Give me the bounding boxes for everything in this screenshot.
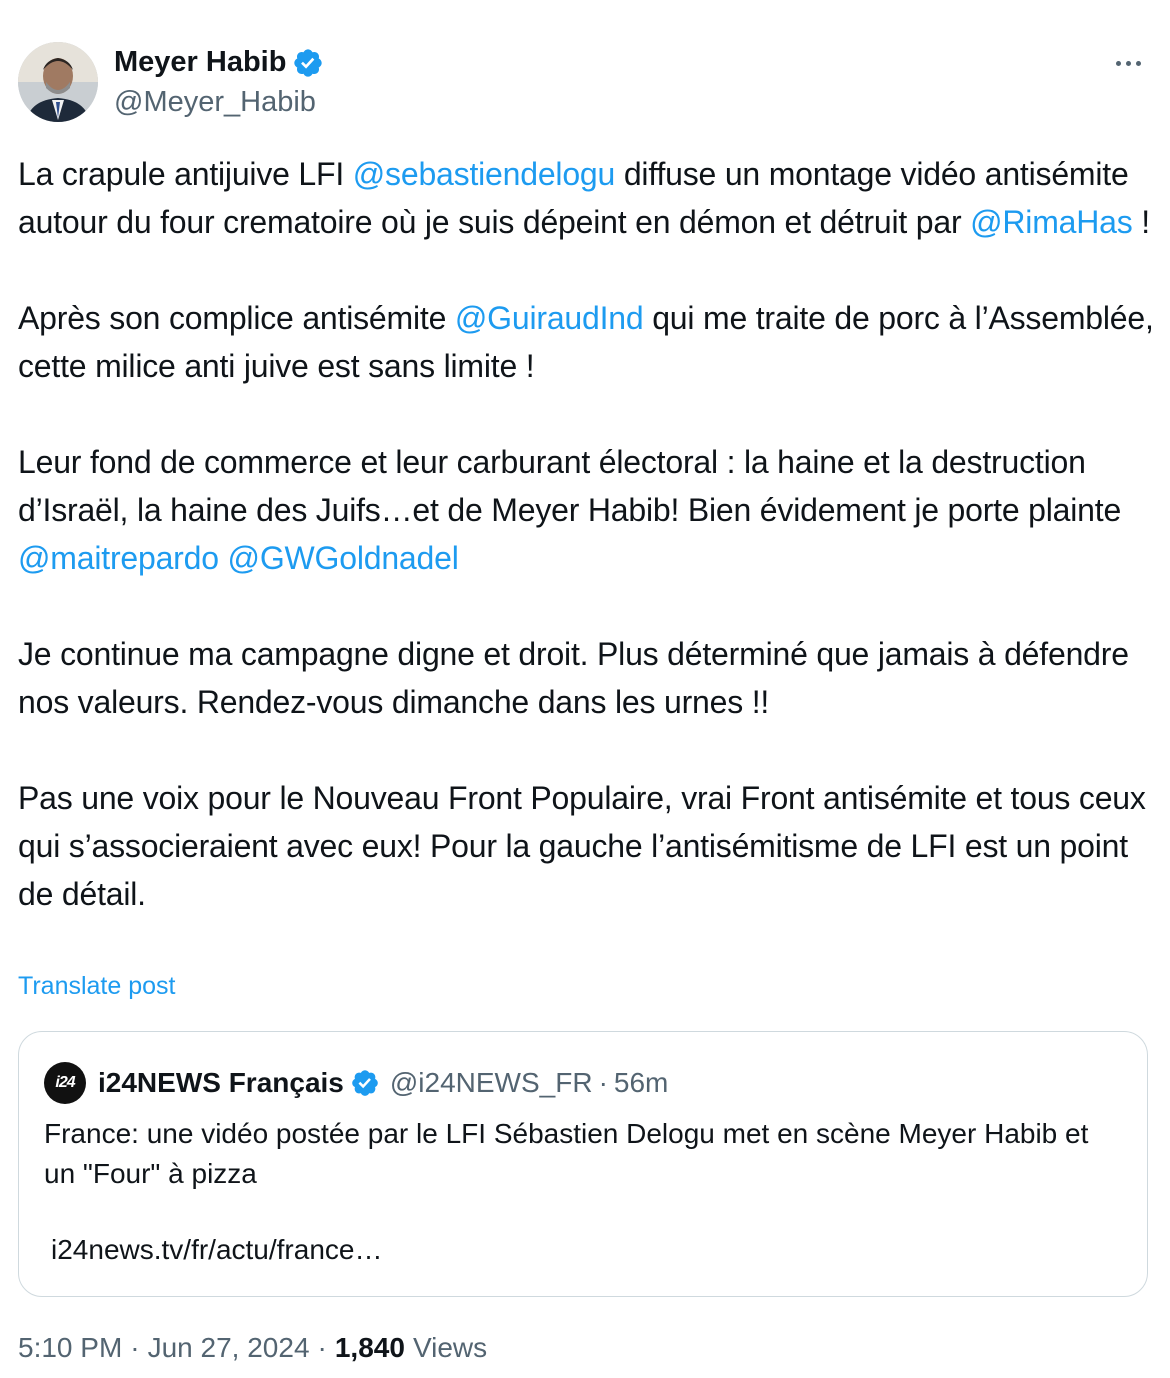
post-time[interactable]: 5:10 PM: [18, 1332, 122, 1364]
post-header: Meyer Habib @Meyer_Habib: [18, 40, 1152, 124]
post-text-segment: Pas une voix pour le Nouveau Front Popul…: [18, 780, 1146, 912]
post-text: La crapule antijuive LFI @sebastiendelog…: [18, 150, 1158, 918]
post-text-segment: !: [1132, 204, 1150, 240]
mention-link[interactable]: @GWGoldnadel: [228, 540, 459, 576]
post-text-segment: [219, 540, 228, 576]
views-label: Views: [412, 1332, 488, 1363]
quoted-author-handle[interactable]: @i24NEWS_FR: [390, 1067, 593, 1099]
post-text-segment: Je continue ma campagne digne et droit. …: [18, 636, 1129, 720]
mention-link[interactable]: @sebastiendelogu: [353, 156, 616, 192]
post-paragraph: La crapule antijuive LFI @sebastiendelog…: [18, 150, 1158, 246]
separator-dot: ·: [130, 1332, 140, 1363]
more-dot: [1125, 60, 1131, 66]
translate-post-link[interactable]: Translate post: [18, 972, 175, 1001]
post-date[interactable]: Jun 27, 2024: [148, 1332, 310, 1364]
more-horizontal-icon[interactable]: [1108, 48, 1148, 78]
quoted-author-display-name[interactable]: i24NEWS Français: [98, 1067, 344, 1099]
more-dot: [1115, 60, 1121, 66]
quoted-post-link[interactable]: i24news.tv/fr/actu/france…: [51, 1234, 382, 1266]
post-paragraph: Pas une voix pour le Nouveau Front Popul…: [18, 774, 1158, 918]
verified-badge-icon: [352, 1070, 378, 1096]
more-dot: [1135, 60, 1141, 66]
mention-link[interactable]: @RimaHas: [970, 204, 1133, 240]
verified-badge-icon[interactable]: [292, 47, 324, 79]
quoted-post-time[interactable]: 56m: [614, 1067, 668, 1099]
mention-link[interactable]: @maitrepardo: [18, 540, 219, 576]
author-avatar[interactable]: [18, 42, 98, 122]
author-name-row[interactable]: Meyer Habib: [114, 46, 324, 79]
post-text-segment: Après son complice antisémite: [18, 300, 455, 336]
avatar-image: [18, 42, 98, 122]
post-metadata: 5:10 PM · Jun 27, 2024 · 1,840 Views: [18, 1332, 487, 1364]
separator-dot: ·: [598, 1067, 608, 1098]
author-handle[interactable]: @Meyer_Habib: [114, 86, 316, 119]
post-paragraph: Je continue ma campagne digne et droit. …: [18, 630, 1158, 726]
separator-dot: ·: [317, 1332, 327, 1363]
quoted-post-text: France: une vidéo postée par le LFI Séba…: [44, 1118, 1089, 1189]
post-paragraph: Après son complice antisémite @GuiraudIn…: [18, 294, 1158, 390]
quoted-post-card[interactable]: i24 i24NEWS Français @i24NEWS_FR · 56m F…: [18, 1031, 1148, 1297]
post-text-segment: La crapule antijuive LFI: [18, 156, 353, 192]
author-display-name[interactable]: Meyer Habib: [114, 46, 286, 79]
quoted-post-header: i24 i24NEWS Français @i24NEWS_FR · 56m: [44, 1062, 668, 1104]
mention-link[interactable]: @GuiraudInd: [455, 300, 644, 336]
post-text-segment: Leur fond de commerce et leur carburant …: [18, 444, 1122, 528]
quoted-author-avatar[interactable]: i24: [44, 1062, 86, 1104]
views-count: 1,840: [334, 1332, 405, 1363]
post-paragraph: Leur fond de commerce et leur carburant …: [18, 438, 1158, 582]
